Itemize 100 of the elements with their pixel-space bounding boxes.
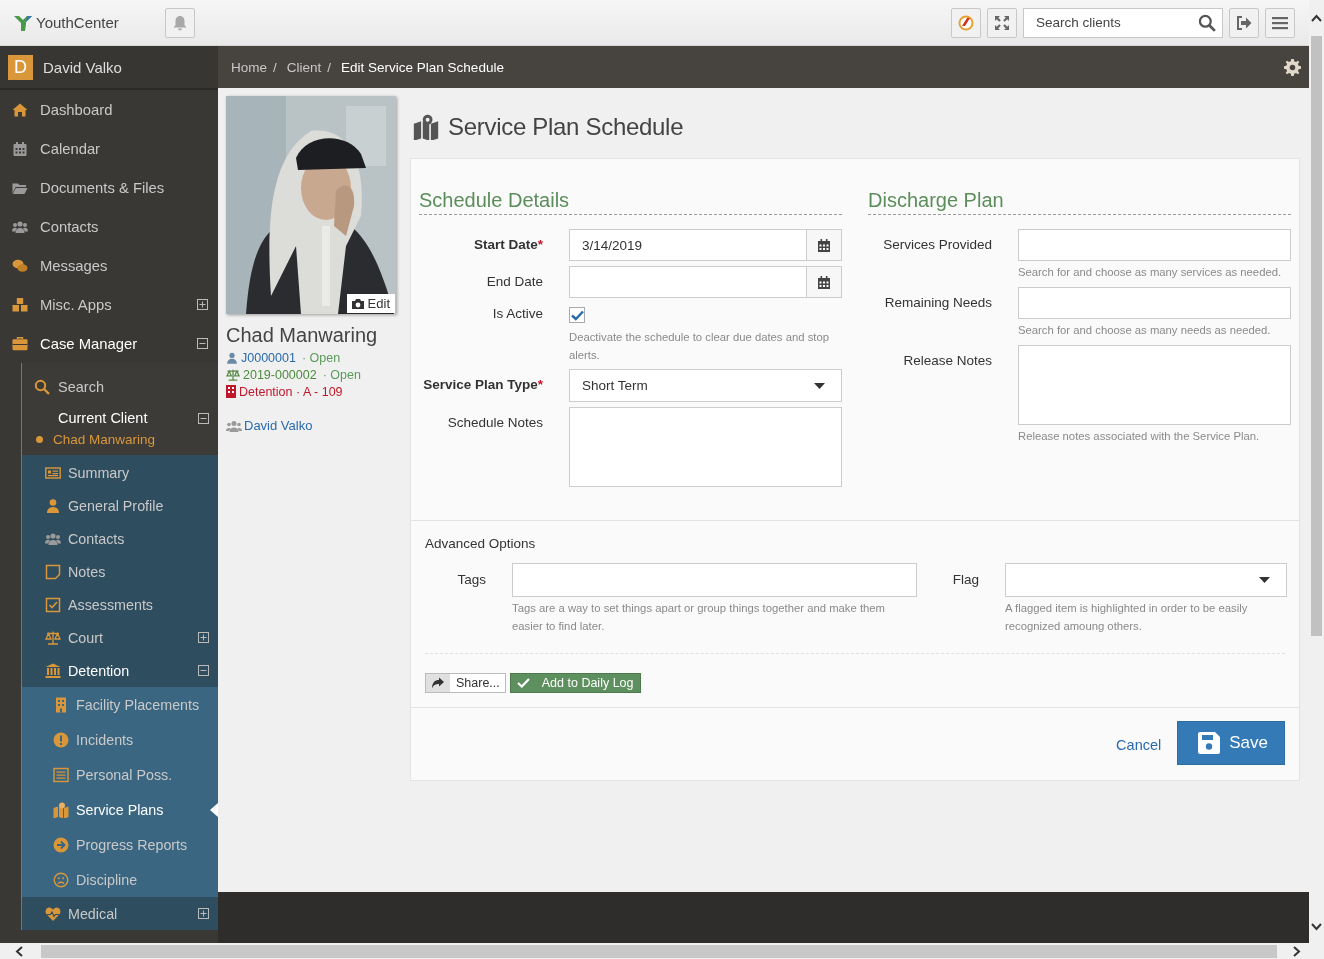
calendar-button[interactable] <box>806 229 842 261</box>
checkmark-icon <box>570 309 584 321</box>
sidebar-item[interactable]: Contacts <box>0 207 218 246</box>
notes-field[interactable] <box>569 407 842 487</box>
edit-photo-button[interactable]: Edit <box>346 294 395 313</box>
sidebar-item[interactable]: Court <box>22 621 218 654</box>
dot-icon <box>36 435 43 443</box>
multi-select-field[interactable] <box>1018 229 1291 261</box>
chevron-down-icon <box>1311 923 1322 931</box>
calendar-button[interactable] <box>806 266 842 298</box>
sidebar-item[interactable]: Discipline <box>22 862 218 897</box>
notes-field[interactable] <box>1018 345 1291 425</box>
sidebar-item[interactable]: Messages <box>0 246 218 285</box>
search-icon <box>1198 13 1216 32</box>
help-text: Search for and choose as many needs as needed. <box>1018 323 1272 338</box>
breadcrumb-link[interactable]: Home <box>231 59 267 75</box>
chevron-up-icon <box>1311 14 1322 22</box>
sidebar-item[interactable]: Progress Reports <box>22 827 218 862</box>
sidebar-item[interactable]: Personal Poss. <box>22 757 218 792</box>
collapse-icon[interactable] <box>198 665 209 676</box>
menu-button[interactable] <box>1265 7 1295 38</box>
expand-icon[interactable] <box>197 299 208 310</box>
record-number[interactable]: 2019-000002 <box>243 367 317 382</box>
scales-icon <box>42 629 64 646</box>
sidebar-item[interactable]: Service Plans <box>22 792 218 827</box>
chevron-left-icon <box>15 945 23 957</box>
page-title: Service Plan Schedule <box>448 113 684 141</box>
sidebar-item[interactable]: Summary <box>22 456 218 489</box>
cancel-link[interactable]: Cancel <box>1116 733 1162 753</box>
date-field[interactable] <box>569 266 806 298</box>
app-logo-button[interactable] <box>951 7 981 38</box>
logout-button[interactable] <box>1229 7 1259 38</box>
section-heading: Discharge Plan <box>868 187 1291 215</box>
record-number[interactable]: J0000001 <box>241 350 296 365</box>
sign-out-icon <box>1236 14 1252 31</box>
checkmark-icon <box>516 678 530 688</box>
checkbox[interactable] <box>569 307 585 323</box>
dropdown[interactable]: Short Term <box>569 369 842 402</box>
sidebar-item[interactable]: Contacts <box>22 522 218 555</box>
map-icon <box>412 114 440 140</box>
case-worker-link[interactable]: David Valko <box>244 418 313 433</box>
multi-select-field[interactable] <box>1018 287 1291 319</box>
breadcrumb-separator: / <box>327 59 332 75</box>
sidebar-item[interactable]: Documents & Files <box>0 168 218 207</box>
sidebar-item[interactable]: Assessments <box>22 588 218 621</box>
chevron-right-icon <box>1293 945 1301 957</box>
current-client-name[interactable]: Chad Manwaring <box>53 431 156 447</box>
field-label: Release Notes <box>902 352 992 370</box>
caret-icon <box>814 382 825 389</box>
field-label: Tags <box>456 571 486 589</box>
share-button[interactable]: Share... <box>425 673 506 693</box>
section-heading: Schedule Details <box>419 187 842 215</box>
sidebar-item[interactable]: Current Client <box>22 407 218 429</box>
client-name: Chad Manwaring <box>226 324 379 347</box>
status-text: · Open <box>322 367 361 382</box>
help-text: Deactivate the schedule to clear due dates and stop alerts. <box>569 330 830 363</box>
scales-icon <box>226 368 240 381</box>
sidebar-item[interactable]: Facility Placements <box>22 687 218 722</box>
expand-icon[interactable] <box>198 908 209 919</box>
sidebar-item[interactable]: Calendar <box>0 129 218 168</box>
sidebar-item[interactable]: Notes <box>22 555 218 588</box>
logo-icon <box>14 14 32 31</box>
help-text: Tags are a way to set things apart or group things together and make them easier to find later. <box>512 601 886 634</box>
sidebar-item[interactable]: Medical <box>22 897 218 930</box>
date-field[interactable]: 3/14/2019 <box>569 229 806 261</box>
expand-icon[interactable] <box>198 632 209 643</box>
search-box[interactable]: Search clients <box>1023 7 1223 38</box>
collapse-icon[interactable] <box>198 412 209 424</box>
pointer-icon <box>210 802 218 817</box>
record-number: Detention · A - 109 <box>239 384 343 399</box>
sidebar-item[interactable]: Search <box>22 373 218 401</box>
expand-arrows-icon <box>994 14 1010 31</box>
search-icon <box>32 379 52 395</box>
sidebar-item[interactable]: Case Manager <box>0 324 218 363</box>
collapse-icon[interactable] <box>197 338 208 349</box>
field-label: End Date <box>485 273 543 291</box>
save-button[interactable]: Save <box>1177 721 1285 765</box>
menu-icon <box>1272 15 1288 30</box>
sidebar-item[interactable]: Dashboard <box>0 90 218 129</box>
person-icon <box>226 351 238 364</box>
field-label: Is Active <box>491 305 543 323</box>
people-icon <box>9 218 31 235</box>
section-heading: Advanced Options <box>425 536 537 551</box>
add-to-log-button[interactable]: Add to Daily Log <box>509 673 641 693</box>
multi-select-field[interactable] <box>512 563 917 597</box>
field-label: Services Provided <box>882 236 992 254</box>
people-icon <box>42 530 64 547</box>
breadcrumb-link[interactable]: Edit Service Plan Schedule <box>341 59 504 75</box>
horizontal-scrollbar[interactable] <box>0 943 1324 959</box>
fullscreen-button[interactable] <box>987 7 1017 38</box>
round-logo-icon <box>958 14 974 31</box>
breadcrumb-link[interactable]: Client <box>286 59 322 75</box>
user-name[interactable]: David Valko <box>43 58 122 76</box>
app-name: YouthCenter <box>36 14 119 31</box>
list-icon <box>50 766 72 783</box>
sidebar-item[interactable]: Misc. Apps <box>0 285 218 324</box>
vertical-scrollbar[interactable] <box>1309 0 1324 943</box>
sidebar-item[interactable]: Detention <box>22 654 218 687</box>
sidebar-item[interactable]: Incidents <box>22 722 218 757</box>
sidebar-item[interactable]: General Profile <box>22 489 218 522</box>
